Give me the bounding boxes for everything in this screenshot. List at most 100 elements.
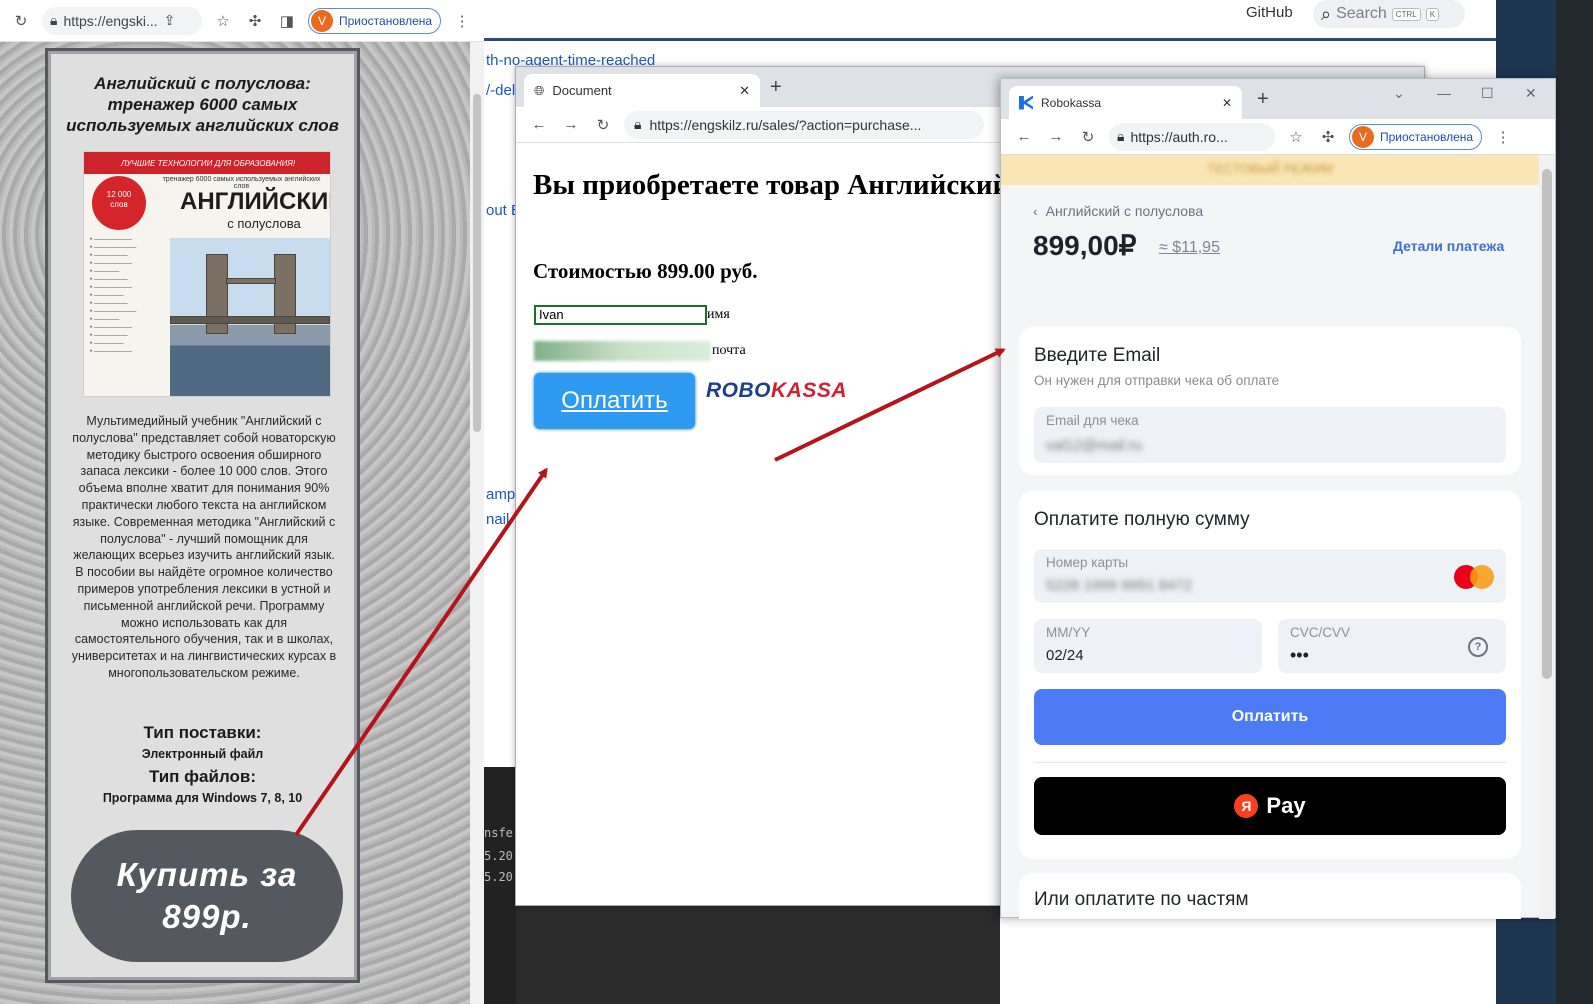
usd-equivalent[interactable]: ≈ $11,95 (1159, 239, 1220, 257)
terminal-text: 5.20 (484, 870, 513, 884)
github-link[interactable]: GitHub (1246, 4, 1293, 21)
yandex-logo-icon: Я (1234, 794, 1259, 818)
back-to-merchant-link[interactable]: ‹ Английский с полуслова (1033, 203, 1203, 219)
extensions-icon[interactable]: ✣ (244, 10, 266, 32)
avatar: V (1352, 125, 1374, 148)
extensions-icon[interactable]: ✣ (1317, 126, 1339, 148)
name-label: имя (707, 307, 730, 322)
profile-status: Приостановлена (1380, 129, 1474, 144)
address-url: https://engskilz.ru/sales/?action=purcha… (649, 116, 922, 133)
file-type-heading: Тип файлов: (148, 767, 257, 786)
forward-icon[interactable]: → (1045, 126, 1067, 148)
test-mode-text: ТЕСТОВЫЙ РЕЖИМ (1207, 161, 1333, 176)
tab-robokassa[interactable]: Robokassa ✕ (1009, 86, 1242, 119)
tab-search-chevron-icon[interactable]: ⌄ (1393, 85, 1405, 102)
side-panel-icon[interactable]: ◨ (276, 10, 298, 32)
email-input[interactable] (534, 341, 711, 361)
test-mode-banner: ТЕСТОВЫЙ РЕЖИМ (1001, 155, 1539, 185)
close-window-icon[interactable]: ✕ (1525, 85, 1537, 102)
yandex-pay-button[interactable]: Я Pay (1034, 777, 1506, 835)
browser-toolbar: ← → ↻ 🔒︎ https://auth.ro... ☆ ✣ V Приост… (1001, 119, 1555, 155)
yandex-pay-label: Pay (1266, 793, 1306, 818)
docs-search-box[interactable]: ⌕ Search CTRL K (1313, 0, 1465, 28)
cover-band: ЛУЧШИЕ ТЕХНОЛОГИИ ДЛЯ ОБРАЗОВАНИЯ! (84, 152, 330, 174)
mastercard-icon (1454, 565, 1494, 589)
pay-button[interactable]: Оплатить (534, 373, 695, 429)
menu-kebab-icon[interactable]: ⋮ (1492, 126, 1514, 148)
scrollbar[interactable] (470, 42, 484, 1004)
background-text: amp (486, 486, 516, 503)
book-cover-image: ЛУЧШИЕ ТЕХНОЛОГИИ ДЛЯ ОБРАЗОВАНИЯ! 12 00… (83, 151, 331, 397)
forward-icon[interactable]: → (560, 114, 582, 136)
close-tab-icon[interactable]: ✕ (1222, 96, 1232, 110)
logo-robo: ROBO (706, 379, 771, 402)
file-type-value: Программа для Windows 7, 8, 10 (102, 791, 303, 805)
background-text: nail (486, 511, 510, 528)
lock-icon: 🔒︎ (634, 116, 642, 132)
close-tab-icon[interactable]: ✕ (739, 83, 750, 99)
full-payment-heading: Оплатите полную сумму (1034, 509, 1250, 530)
address-bar[interactable]: 🔒︎ https://engski... ⇪ (42, 6, 202, 35)
new-tab-icon[interactable]: + (770, 76, 782, 99)
new-tab-icon[interactable]: + (1257, 88, 1269, 111)
product-description: Мультимедийный учебник "Английский с пол… (71, 414, 337, 680)
delivery-type-value: Электронный файл (141, 747, 264, 761)
payment-amount: 899,00₽ (1033, 230, 1137, 261)
tab-document[interactable]: 🌐︎ Document ✕ (524, 74, 760, 107)
desktop-background (1556, 0, 1593, 1004)
expiry-field[interactable]: MM/YY 02/24 (1034, 619, 1262, 673)
robokassa-favicon-icon (1019, 95, 1033, 110)
bookmark-star-icon[interactable]: ☆ (212, 10, 234, 32)
divider (1034, 762, 1506, 763)
kbd-ctrl: CTRL (1391, 7, 1421, 21)
bookmark-star-icon[interactable]: ☆ (1285, 126, 1307, 148)
search-label: Search (1336, 5, 1387, 22)
email-subtext: Он нужен для отправки чека об оплате (1034, 373, 1280, 388)
robokassa-browser-window: Robokassa ✕ + ⌄ — ☐ ✕ ← → ↻ 🔒︎ https://a… (1000, 78, 1556, 919)
search-icon: ⌕ (1321, 3, 1332, 24)
cover-feature-list: • ───────── • ────────── • ──────── • ─────… (90, 237, 137, 355)
reload-icon[interactable]: ↻ (1077, 126, 1099, 148)
terminal-text: 5.20 (484, 849, 513, 863)
product-title: Английский с полуслова: тренажер 6000 са… (66, 74, 339, 135)
maximize-icon[interactable]: ☐ (1481, 85, 1494, 102)
cover-title: АНГЛИЙСКИЙ (180, 188, 331, 215)
buy-button[interactable]: Купить за 899р. (71, 830, 343, 962)
card-number-field[interactable]: Номер карты 5228 1999 9991 8472 (1034, 549, 1506, 603)
profile-button[interactable]: V Приостановлена (308, 7, 442, 34)
price-line: Стоимостью 899.00 руб. (533, 259, 758, 283)
name-input[interactable]: Ivan (534, 305, 707, 325)
lock-icon: 🔒︎ (1117, 128, 1125, 144)
back-icon[interactable]: ← (1013, 126, 1035, 148)
back-icon[interactable]: ← (528, 114, 550, 136)
email-card: Введите Email Он нужен для отправки чека… (1019, 327, 1521, 475)
profile-status: Приостановлена (339, 13, 433, 28)
reload-icon[interactable]: ↻ (10, 10, 32, 32)
field-value: 02/24 (1046, 647, 1084, 664)
email-label: почта (712, 343, 746, 358)
cvc-field[interactable]: CVC/CVV ••• ? (1278, 619, 1506, 673)
address-bar[interactable]: 🔒︎ https://engskilz.ru/sales/?action=pur… (624, 110, 984, 139)
cover-title-secondary: с полуслова (227, 216, 301, 231)
help-icon[interactable]: ? (1468, 637, 1488, 657)
chevron-left-icon: ‹ (1033, 203, 1038, 219)
address-url: https://engski... (63, 12, 158, 29)
reload-icon[interactable]: ↻ (592, 114, 614, 136)
payment-details-link[interactable]: Детали платежа (1393, 238, 1504, 254)
profile-button[interactable]: V Приостановлена (1349, 123, 1483, 150)
scrollbar[interactable] (1539, 155, 1555, 919)
pay-button[interactable]: Оплатить (1034, 689, 1506, 745)
receipt-email-field[interactable]: Email для чека val12@mail.ru (1034, 407, 1506, 463)
field-label: Номер карты (1046, 555, 1129, 570)
field-value: val12@mail.ru (1046, 437, 1143, 454)
field-value: ••• (1290, 645, 1309, 665)
share-icon[interactable]: ⇪ (164, 12, 176, 29)
minimize-icon[interactable]: — (1437, 85, 1451, 101)
purchase-heading: Вы приобретаете товар Английский с полус… (533, 169, 1003, 201)
address-bar[interactable]: 🔒︎ https://auth.ro... (1109, 122, 1275, 151)
merchant-product-name: Английский с полуслова (1045, 203, 1204, 219)
robokassa-logo: ROBOKASSA (706, 379, 847, 403)
cover-badge: 12 000 слов (92, 176, 146, 230)
background-text: /-del (486, 82, 516, 99)
menu-kebab-icon[interactable]: ⋮ (451, 10, 473, 32)
